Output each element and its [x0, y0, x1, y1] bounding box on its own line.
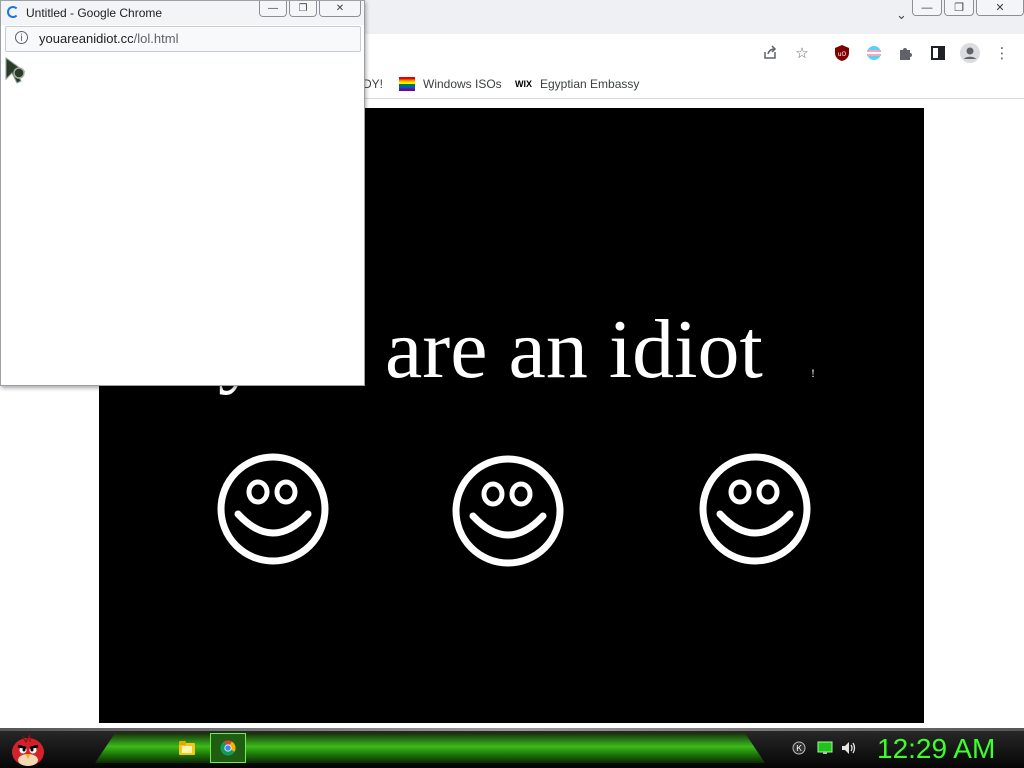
bookmark-star-icon[interactable]: ☆	[792, 43, 812, 63]
menu-kebab-icon[interactable]: ⋮	[992, 43, 1012, 63]
file-explorer-icon[interactable]	[178, 740, 196, 756]
bookmark-item-windows-isos[interactable]: Windows ISOs	[399, 77, 502, 91]
taskbar-clock[interactable]: 12:29 AM	[877, 733, 995, 765]
bookmark-label: Egyptian Embassy	[540, 77, 640, 91]
slogan-exclamation: !	[811, 366, 815, 380]
site-info-icon[interactable]: i	[15, 31, 28, 44]
loading-spinner-icon	[7, 6, 19, 18]
popup-window-controls: — ❐ ✕	[257, 1, 361, 17]
popup-minimize-button[interactable]: —	[259, 1, 287, 17]
network-icon[interactable]	[817, 741, 833, 755]
popup-window[interactable]: Untitled - Google Chrome — ❐ ✕ i youarea…	[0, 0, 365, 386]
main-minimize-button[interactable]: —	[912, 0, 942, 16]
share-icon[interactable]	[760, 43, 780, 63]
bookmark-item[interactable]: DY!	[363, 77, 383, 91]
popup-titlebar[interactable]: Untitled - Google Chrome — ❐ ✕	[1, 1, 364, 25]
bookmark-item-egyptian-embassy[interactable]: WIX Egyptian Embassy	[515, 77, 639, 91]
bookmark-label: Windows ISOs	[423, 77, 502, 91]
profile-avatar-icon[interactable]	[960, 43, 980, 63]
slogan-main: are an idiot	[385, 303, 763, 396]
start-button-angry-bird-icon[interactable]	[8, 730, 48, 768]
side-panel-icon[interactable]	[928, 43, 948, 63]
tray-app-icon[interactable]: К	[792, 741, 806, 755]
tab-search-chevron-icon[interactable]: ⌄	[896, 8, 907, 23]
svg-text:uO: uO	[838, 51, 847, 58]
smiley-face-icon	[699, 453, 811, 565]
busy-cursor-icon	[5, 57, 26, 84]
main-window-controls: — ❐ ✕	[910, 0, 1024, 17]
wix-icon: WIX	[515, 79, 532, 89]
popup-url: youareanidiot.cc/lol.html	[39, 31, 178, 46]
smiley-face-icon	[217, 453, 329, 565]
popup-restore-button[interactable]: ❐	[289, 1, 317, 17]
extensions-puzzle-icon[interactable]	[896, 43, 916, 63]
chrome-icon	[220, 740, 236, 756]
bookmark-label: DY!	[363, 77, 384, 91]
volume-icon[interactable]	[841, 741, 857, 755]
svg-text:К: К	[796, 744, 802, 753]
taskbar-chrome-button[interactable]	[210, 733, 246, 763]
popup-close-button[interactable]: ✕	[319, 1, 361, 17]
extension-flag-icon[interactable]	[864, 43, 884, 63]
popup-title: Untitled - Google Chrome	[26, 6, 163, 20]
url-host: youareanidiot.cc	[39, 31, 134, 46]
smiley-face-icon	[452, 455, 564, 567]
url-path: /lol.html	[133, 31, 179, 46]
main-close-button[interactable]: ✕	[976, 0, 1024, 16]
main-restore-button[interactable]: ❐	[944, 0, 974, 16]
ublock-origin-icon[interactable]: uO	[832, 43, 852, 63]
rainbow-flag-icon	[399, 77, 415, 91]
taskbar-rim	[0, 728, 1024, 731]
popup-address-bar[interactable]: i youareanidiot.cc/lol.html	[5, 26, 361, 52]
